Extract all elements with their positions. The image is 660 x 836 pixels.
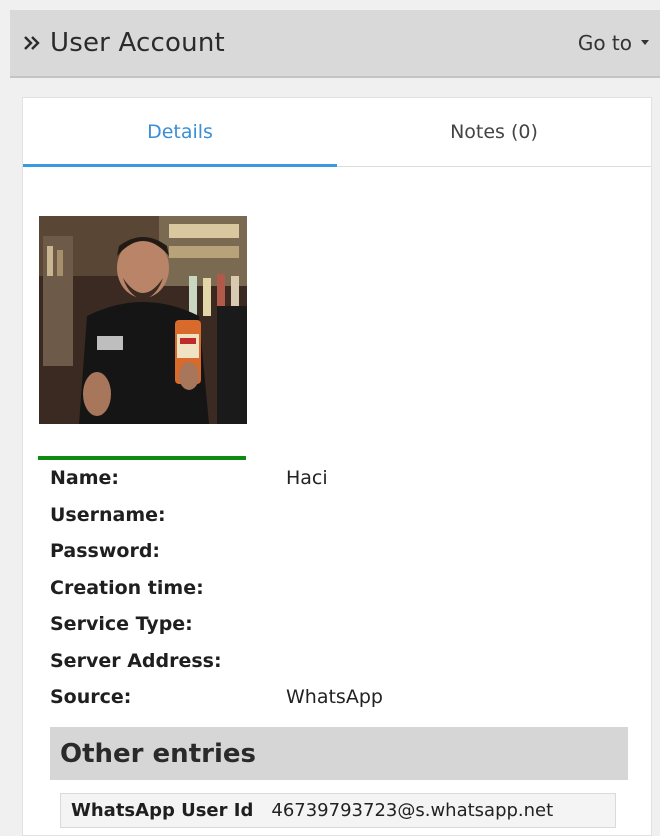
detail-row-username: Username:: [50, 497, 630, 534]
tab-details[interactable]: Details: [23, 98, 337, 167]
entry-value: 46739793723@s.whatsapp.net: [271, 800, 554, 821]
detail-value: WhatsApp: [286, 686, 383, 709]
tab-bar: Details Notes (0): [23, 98, 651, 167]
tab-notes-label: Notes (0): [450, 121, 538, 143]
double-chevron-right-icon[interactable]: [20, 31, 44, 55]
detail-label: Password:: [50, 540, 161, 563]
detail-label: Server Address:: [50, 649, 222, 672]
detail-value: Haci: [286, 467, 328, 490]
tab-details-label: Details: [147, 121, 213, 143]
other-entries-title: Other entries: [60, 738, 256, 769]
detail-row-password: Password:: [50, 533, 630, 570]
page: User Account Go to Details Notes (0) Nam…: [0, 0, 660, 836]
avatar: [39, 216, 247, 424]
detail-row-service-type: Service Type:: [50, 606, 630, 643]
goto-label: Go to: [577, 31, 632, 55]
detail-label: Source:: [50, 686, 132, 709]
detail-label: Creation time:: [50, 576, 204, 599]
detail-label: Service Type:: [50, 613, 193, 636]
other-entries-header: Other entries: [50, 727, 628, 780]
entry-key: WhatsApp User Id: [71, 800, 254, 821]
detail-row-name: Name: Haci: [50, 460, 630, 497]
details-list: Name: Haci Username: Password: Creation …: [50, 460, 630, 716]
detail-row-creation-time: Creation time:: [50, 570, 630, 607]
other-entry-row: WhatsApp User Id 46739793723@s.whatsapp.…: [60, 793, 616, 828]
panel-header: User Account Go to: [10, 10, 660, 78]
panel-title: User Account: [50, 28, 225, 58]
detail-row-source: Source: WhatsApp: [50, 679, 630, 716]
goto-dropdown[interactable]: Go to: [578, 31, 650, 55]
detail-row-server-address: Server Address:: [50, 643, 630, 680]
tab-notes[interactable]: Notes (0): [337, 98, 651, 166]
detail-label: Name:: [50, 467, 120, 490]
detail-label: Username:: [50, 503, 166, 526]
caret-down-icon: [641, 40, 649, 45]
